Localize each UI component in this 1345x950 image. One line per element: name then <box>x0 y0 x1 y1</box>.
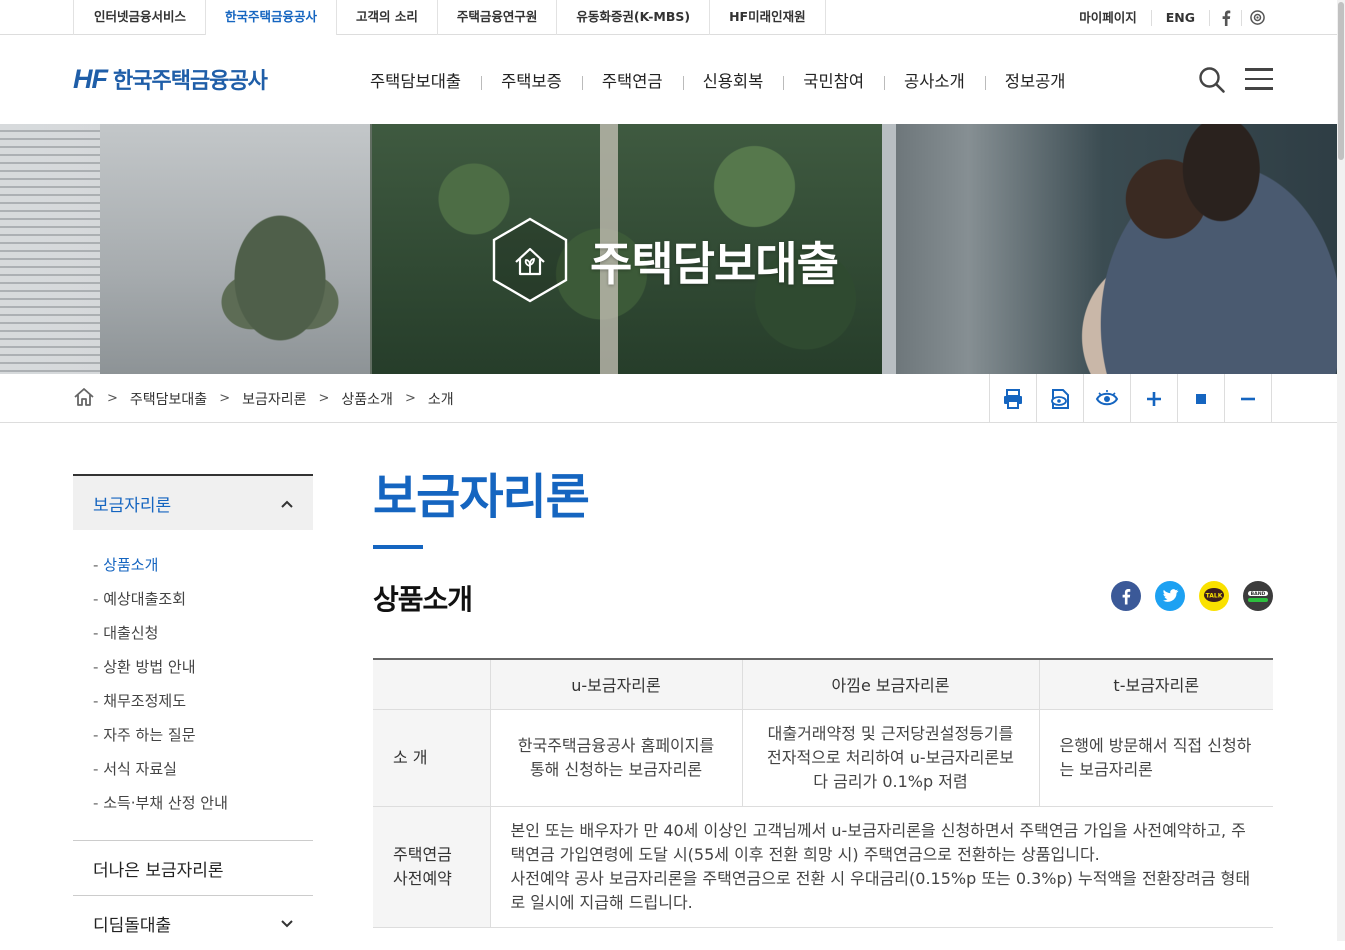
pension-text-2: 사전예약 공사 보금자리론을 주택연금으로 전환 시 우대금리(0.15%p 또… <box>510 868 1251 912</box>
sidebar-item-forms[interactable]: 서식 자료실 <box>93 760 177 778</box>
title-underline <box>373 545 423 549</box>
breadcrumb-item[interactable]: 보금자리론 <box>242 389 306 409</box>
sidebar-item-repayment[interactable]: 상환 방법 안내 <box>93 658 196 676</box>
kakaotalk-icon[interactable]: TALK <box>1199 581 1229 611</box>
main-nav: 주택담보대출 주택보증 주택연금 신용회복 국민참여 공사소개 정보공개 <box>350 68 1086 96</box>
hero-banner: 주택담보대출 <box>0 124 1345 374</box>
eye-icon[interactable] <box>1084 374 1131 423</box>
nav-credit-recovery[interactable]: 신용회복 <box>682 68 784 96</box>
site-logo[interactable]: HF 한국주택금융공사 <box>73 63 268 95</box>
facebook-icon[interactable] <box>1111 581 1141 611</box>
row-label: 주택연금 사전예약 <box>373 806 490 928</box>
logo-name: 한국주택금융공사 <box>113 69 268 94</box>
chevron-down-icon <box>281 913 293 933</box>
breadcrumb: > 주택담보대출 > 보금자리론 > 상품소개 > 소개 <box>73 374 454 423</box>
sidebar-head[interactable]: 보금자리론 <box>73 474 313 530</box>
site-tab-research[interactable]: 주택금융연구원 <box>438 0 558 35</box>
nav-housing-pension[interactable]: 주택연금 <box>581 68 683 96</box>
share-buttons: TALK BAND <box>1097 581 1273 611</box>
sidebar-item-faq[interactable]: 자주 하는 질문 <box>93 726 196 744</box>
site-tab-kmbs[interactable]: 유동화증권(K-MBS) <box>557 0 711 35</box>
scrollbar[interactable] <box>1337 0 1345 941</box>
sidebar-submenu: 상품소개 예상대출조회 대출신청 상환 방법 안내 채무조정제도 자주 하는 질… <box>73 530 313 840</box>
nav-mortgage[interactable]: 주택담보대출 <box>350 68 481 96</box>
top-utility-bar: 인터넷금융서비스 한국주택금융공사 고객의 소리 주택금융연구원 유동화증권(K… <box>0 0 1345 36</box>
breadcrumb-item[interactable]: 주택담보대출 <box>130 389 207 409</box>
plant-image <box>210 214 350 374</box>
nav-about[interactable]: 공사소개 <box>884 68 985 96</box>
reset-icon[interactable] <box>1178 374 1225 423</box>
home-icon[interactable] <box>73 387 95 411</box>
table-cell: 은행에 방문해서 직접 신청하는 보금자리론 <box>1038 709 1273 807</box>
sidebar-item-loan-apply[interactable]: 대출신청 <box>93 624 158 642</box>
chevron-right-icon: > <box>318 391 330 406</box>
chevron-up-icon <box>281 493 293 513</box>
chevron-right-icon: > <box>107 391 118 406</box>
table-cell: 대출거래약정 및 근저당권설정등기를 전자적으로 처리하여 u-보금자리론보다 … <box>741 709 1039 807</box>
table-header: 아낌e 보금자리론 <box>741 659 1039 710</box>
window-blind-image <box>0 124 100 374</box>
table-header: t-보금자리론 <box>1038 659 1273 710</box>
logo-mark: HF <box>73 63 108 94</box>
nav-participation[interactable]: 국민참여 <box>783 68 884 96</box>
sidebar-group-better[interactable]: 더나은 보금자리론 <box>73 840 313 895</box>
menu-icon[interactable] <box>1245 68 1273 90</box>
nav-disclosure[interactable]: 정보공개 <box>984 68 1086 96</box>
sidebar-item-product-intro[interactable]: 상품소개 <box>93 556 158 574</box>
band-label: BAND <box>1251 591 1266 597</box>
chevron-right-icon: > <box>404 391 416 406</box>
site-tab-internet-finance[interactable]: 인터넷금융서비스 <box>73 0 207 35</box>
site-tab-talent[interactable]: HF미래인재원 <box>710 0 826 35</box>
table-row: 소 개 한국주택금융공사 홈페이지를 통해 신청하는 보금자리론 대출거래약정 … <box>373 709 1273 807</box>
utility-links: 마이페이지 ENG <box>1065 0 1272 35</box>
product-comparison-table: u-보금자리론 아낌e 보금자리론 t-보금자리론 소 개 한국주택금융공사 홈… <box>373 658 1273 928</box>
family-site-tabs: 인터넷금융서비스 한국주택금융공사 고객의 소리 주택금융연구원 유동화증권(K… <box>73 0 826 36</box>
zoom-in-icon[interactable] <box>1131 374 1178 423</box>
facebook-icon[interactable] <box>1210 9 1242 26</box>
table-header: u-보금자리론 <box>489 659 742 710</box>
sidebar-group-label: 더나은 보금자리론 <box>93 860 224 881</box>
main-content: 보금자리론 상품소개 TALK BAND <box>373 466 1273 616</box>
table-corner <box>373 659 490 710</box>
site-tab-hf[interactable]: 한국주택금융공사 <box>206 0 338 36</box>
table-cell-wide: 본인 또는 배우자가 만 40세 이상인 고객님께서 u-보금자리론을 신청하면… <box>489 806 1273 928</box>
page-tools <box>989 374 1272 423</box>
sidebar-item-loan-estimate[interactable]: 예상대출조회 <box>93 590 186 608</box>
house-plant-icon <box>490 216 570 304</box>
zoom-out-icon[interactable] <box>1225 374 1272 423</box>
table-row: 주택연금 사전예약 본인 또는 배우자가 만 40세 이상인 고객님께서 u-보금… <box>373 806 1273 928</box>
kakaotalk-label: TALK <box>1206 593 1223 600</box>
sidebar-head-label: 보금자리론 <box>93 495 172 516</box>
row-label: 소 개 <box>373 709 490 807</box>
sidebar-item-debt-adjust[interactable]: 채무조정제도 <box>93 692 186 710</box>
mypage-link[interactable]: 마이페이지 <box>1065 9 1152 26</box>
view-icon[interactable] <box>1037 374 1084 423</box>
twitter-icon[interactable] <box>1155 581 1185 611</box>
left-sidebar: 보금자리론 상품소개 예상대출조회 대출신청 상환 방법 안내 채무조정제도 자… <box>73 474 313 950</box>
window-frame-image <box>882 124 896 374</box>
instagram-icon[interactable] <box>1242 10 1272 26</box>
breadcrumb-bar: > 주택담보대출 > 보금자리론 > 상품소개 > 소개 <box>0 374 1345 423</box>
print-icon[interactable] <box>990 374 1037 423</box>
breadcrumb-item[interactable]: 상품소개 <box>341 389 393 409</box>
section-title: 상품소개 <box>373 583 473 616</box>
scrollbar-thumb[interactable] <box>1338 2 1344 160</box>
couple-image <box>1070 124 1345 374</box>
nav-housing-guarantee[interactable]: 주택보증 <box>481 68 582 96</box>
chevron-right-icon: > <box>219 391 231 406</box>
pension-text-1: 본인 또는 배우자가 만 40세 이상인 고객님께서 u-보금자리론을 신청하면… <box>510 820 1246 864</box>
sidebar-group-label: 디딤돌대출 <box>93 915 172 936</box>
site-header: HF 한국주택금융공사 주택담보대출 주택보증 주택연금 신용회복 국민참여 공… <box>0 35 1345 124</box>
site-tab-customer-voice[interactable]: 고객의 소리 <box>337 0 438 35</box>
band-icon[interactable]: BAND <box>1243 581 1273 611</box>
eng-link[interactable]: ENG <box>1152 9 1210 26</box>
breadcrumb-current: 소개 <box>427 391 454 408</box>
sidebar-group-didimdol[interactable]: 디딤돌대출 <box>73 895 313 950</box>
sidebar-item-income-debt[interactable]: 소득·부채 산정 안내 <box>93 794 228 812</box>
page-title: 보금자리론 <box>373 469 590 525</box>
search-icon[interactable] <box>1198 66 1226 94</box>
hero-title: 주택담보대출 <box>590 237 839 291</box>
table-cell: 한국주택금융공사 홈페이지를 통해 신청하는 보금자리론 <box>489 709 742 807</box>
table-header-row: u-보금자리론 아낌e 보금자리론 t-보금자리론 <box>373 659 1273 710</box>
